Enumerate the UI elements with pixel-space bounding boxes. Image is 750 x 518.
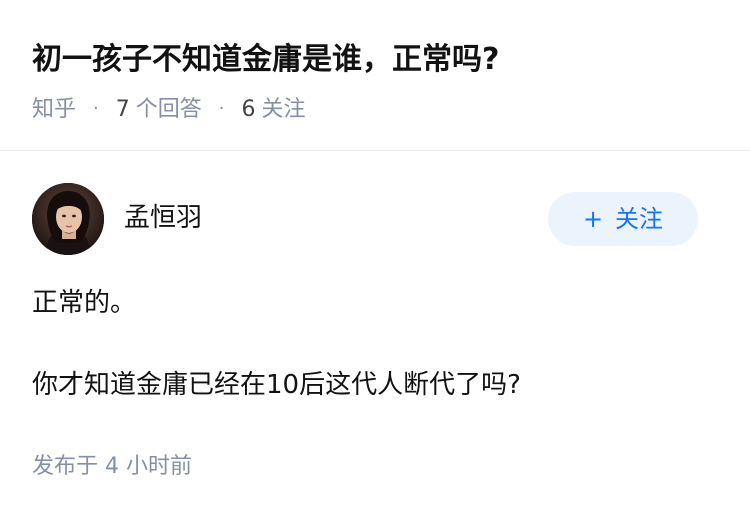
follow-button-label: 关注 [615, 205, 664, 233]
author-row: 孟恒羽 + 关注 [32, 183, 698, 257]
author-name[interactable]: 孟恒羽 [124, 201, 202, 235]
section-divider [0, 150, 750, 151]
avatar[interactable] [32, 183, 104, 255]
answer-paragraph: 正常的。 [32, 288, 137, 318]
publish-time-value: 4 小时前 [105, 454, 193, 479]
follower-count-link[interactable]: 6 关注 [242, 97, 306, 122]
question-header: 初一孩子不知道金庸是谁，正常吗? 知乎 · 7 个回答 · 6 关注 [32, 36, 718, 125]
answer-count-link[interactable]: 7 个回答 [116, 97, 209, 122]
source-label[interactable]: 知乎 [32, 97, 76, 122]
meta-separator: · [93, 98, 99, 119]
follower-count: 6 [241, 97, 256, 122]
answer-count-label: 个回答 [135, 97, 202, 122]
answer-body: 正常的。 你才知道金庸已经在10后这代人断代了吗? [32, 283, 718, 405]
follow-button[interactable]: + 关注 [548, 192, 698, 246]
publish-time: 发布于 4 小时前 [32, 452, 192, 482]
answer-count: 7 [115, 97, 130, 122]
meta-separator: · [218, 98, 225, 119]
question-meta: 知乎 · 7 个回答 · 6 关注 [32, 94, 718, 125]
avatar-portrait-icon [32, 183, 104, 255]
follower-count-label: 关注 [261, 97, 306, 122]
publish-prefix: 发布于 [32, 454, 99, 479]
answer-paragraph: 你才知道金庸已经在10后这代人断代了吗? [32, 370, 521, 400]
question-title[interactable]: 初一孩子不知道金庸是谁，正常吗? [32, 36, 718, 84]
plus-icon: + [582, 205, 604, 233]
